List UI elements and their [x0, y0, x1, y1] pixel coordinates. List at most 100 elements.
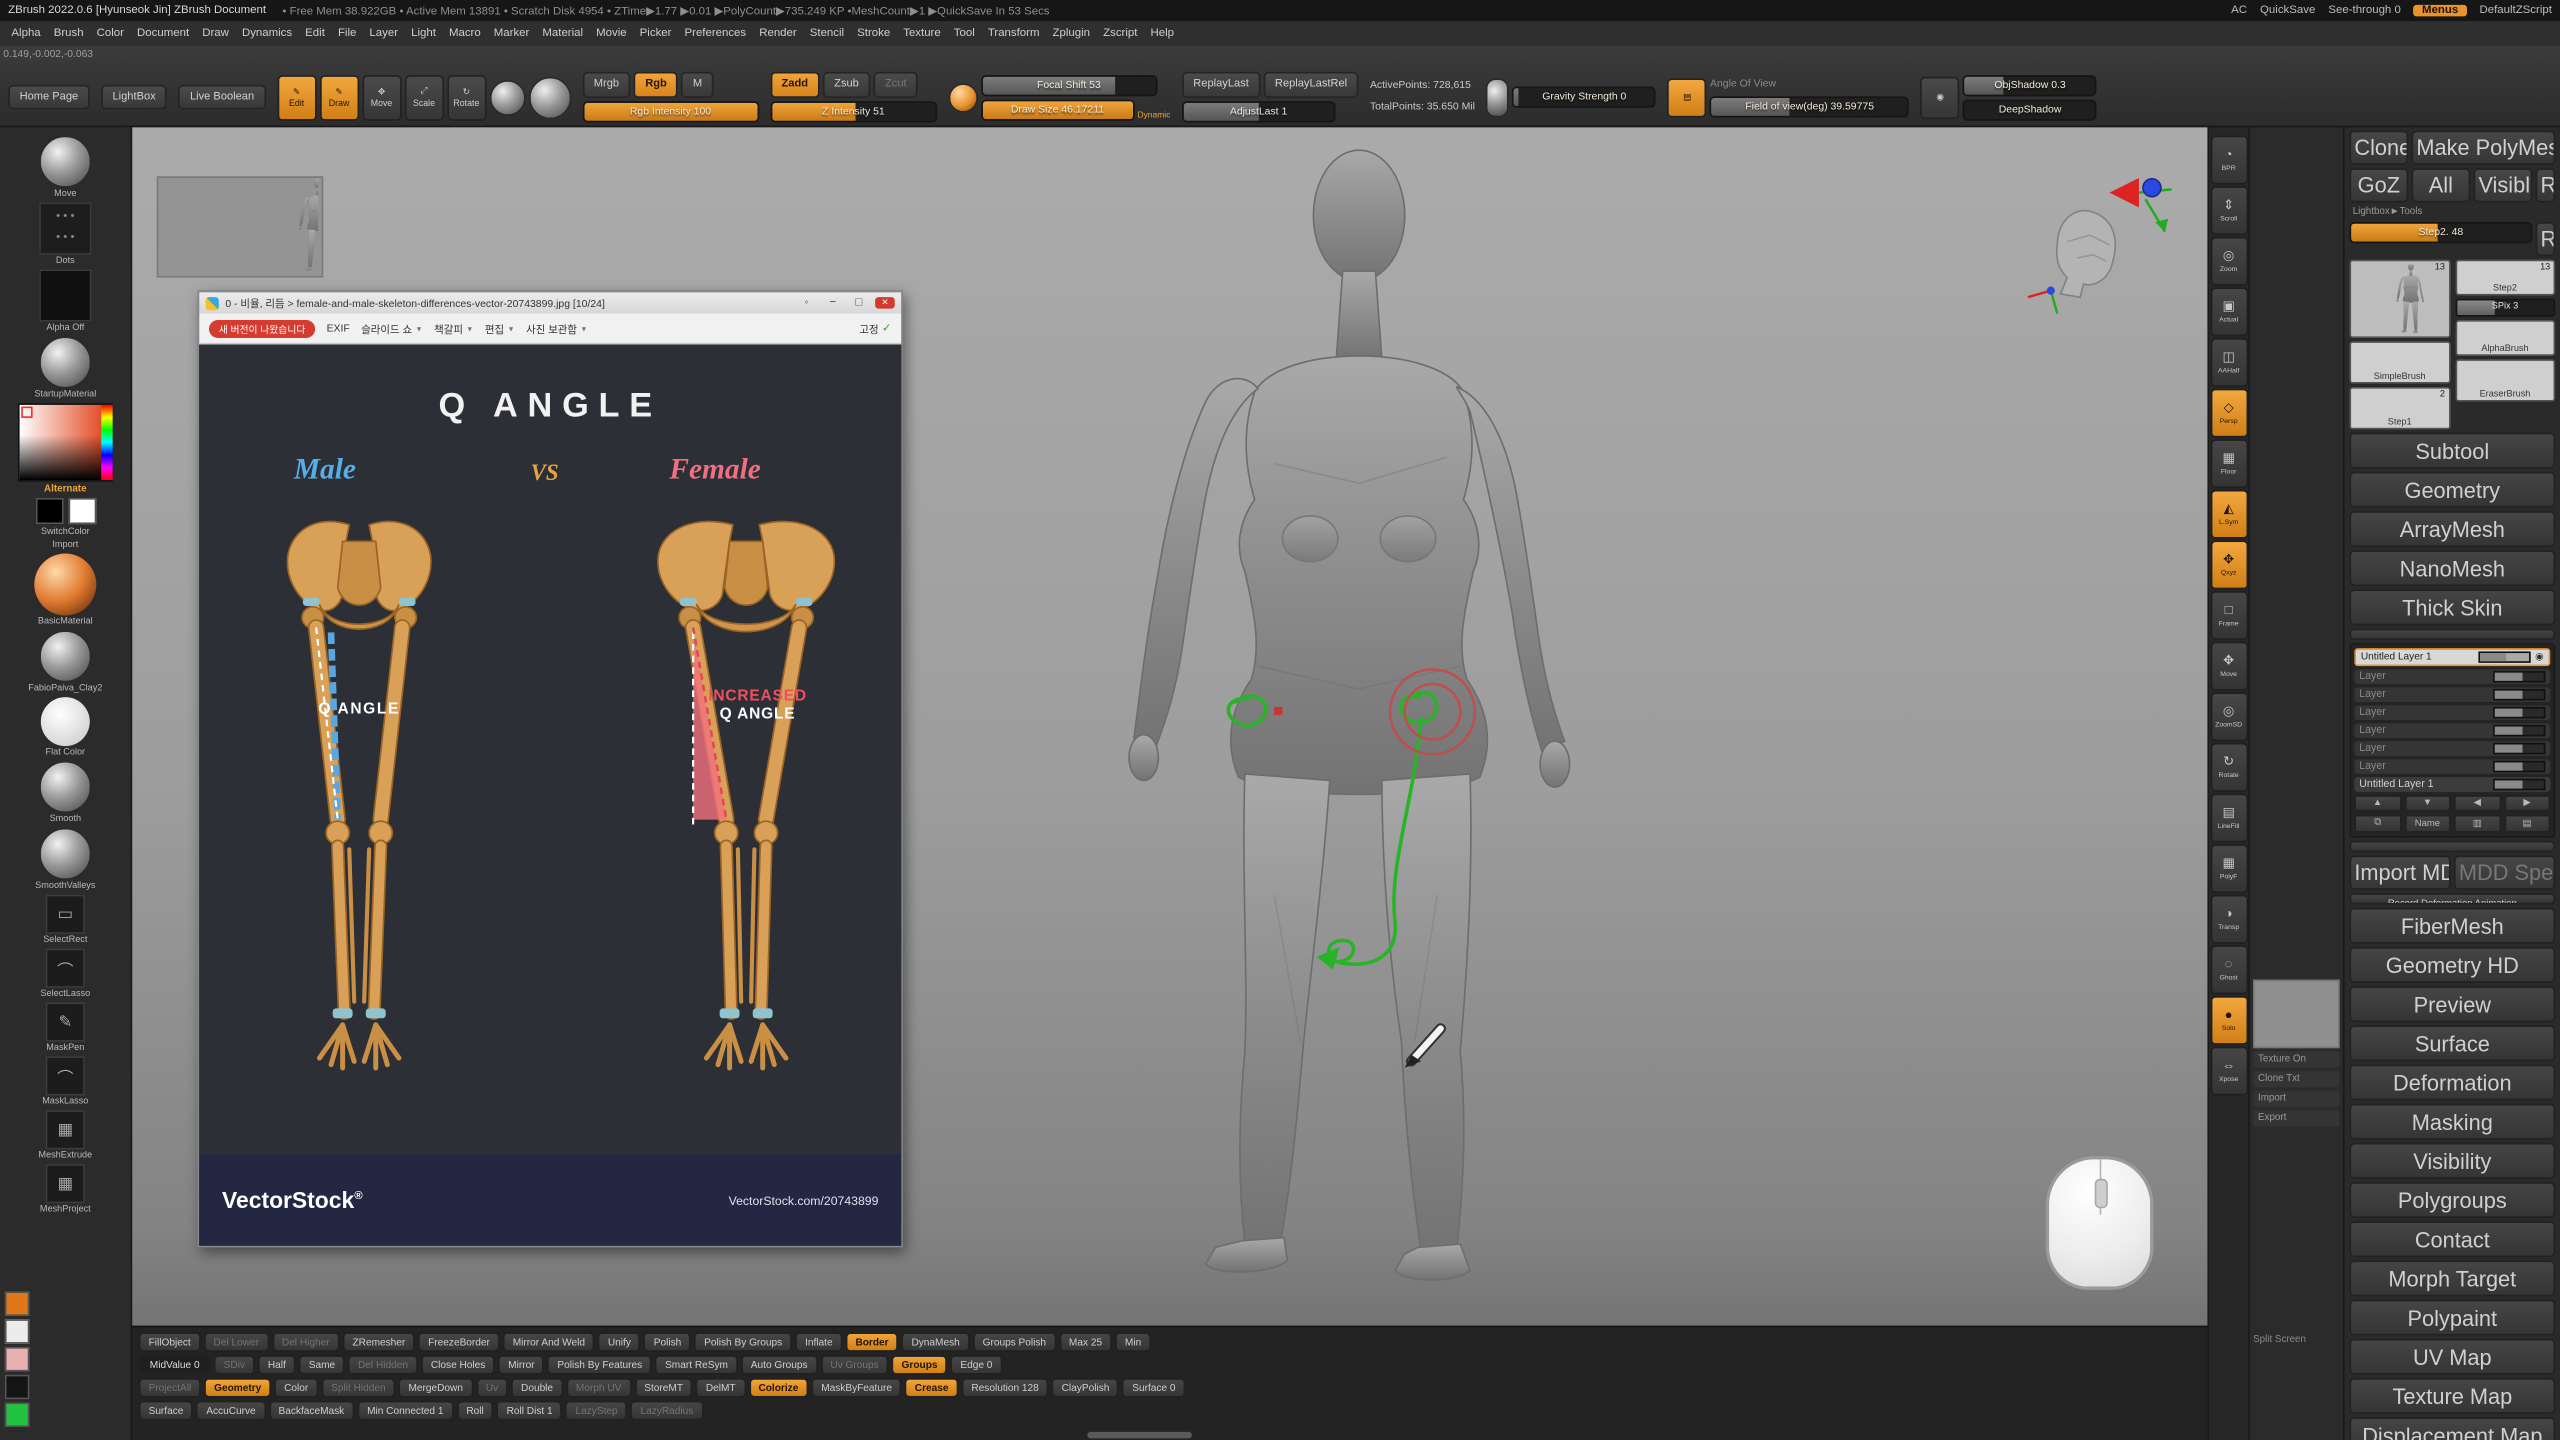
tray-button[interactable]: StoreMT	[634, 1378, 692, 1398]
menu-item[interactable]: Zplugin	[1046, 26, 1097, 41]
layer-slider[interactable]	[2493, 779, 2545, 790]
tray-button[interactable]: Del Higher	[272, 1332, 339, 1352]
z-intensity-slider[interactable]: Z Intensity 51	[770, 101, 937, 122]
tray-button[interactable]: Smart ReSym	[655, 1355, 737, 1375]
menu-item[interactable]: Light	[405, 26, 443, 41]
slideshow-menu[interactable]: 슬라이드 쇼▼	[361, 321, 422, 336]
tray-button[interactable]: MidValue 0	[139, 1355, 211, 1373]
exif-button[interactable]: EXIF	[327, 322, 350, 333]
menus-toggle[interactable]: Menus	[2414, 5, 2467, 16]
record-deformation-button[interactable]: Record Deformation Animation	[2349, 893, 2555, 904]
layer-slider[interactable]	[2493, 743, 2545, 754]
step2-slider[interactable]: Step2. 48	[2349, 222, 2532, 243]
menu-item[interactable]: Tool	[947, 26, 981, 41]
alphabrush-thumbnail[interactable]: AlphaBrush	[2455, 320, 2555, 356]
layer-row[interactable]: Layer	[2354, 741, 2550, 756]
right-shelf-button[interactable]: ◔ BPR	[2210, 136, 2248, 185]
menu-item[interactable]: Stroke	[851, 26, 897, 41]
texture-import-button[interactable]: Import	[2253, 1091, 2340, 1107]
adjust-last-slider[interactable]: AdjustLast 1	[1182, 101, 1335, 122]
tray-button[interactable]: Uv	[476, 1378, 508, 1398]
pin-toggle[interactable]: 고정	[859, 321, 891, 336]
import-mdd-button[interactable]: Import MDD	[2349, 856, 2450, 890]
tray-tool[interactable]: MeshProject	[40, 1164, 91, 1215]
layer-row[interactable]: Layer	[2354, 669, 2550, 684]
tray-button[interactable]: Half	[258, 1355, 296, 1375]
tool-section-button[interactable]: Geometry	[2349, 472, 2555, 508]
layers-section-header[interactable]: Layers	[2349, 629, 2555, 640]
goz-r-button[interactable]: R	[2536, 168, 2556, 202]
layer-row[interactable]: Layer	[2354, 759, 2550, 774]
gyro-sphere-icon[interactable]	[489, 79, 525, 115]
bookmark-menu[interactable]: 책갈피▼	[434, 321, 473, 336]
tray-button[interactable]: Surface 0	[1122, 1378, 1185, 1398]
tray-button[interactable]: Mirror	[498, 1355, 544, 1375]
layer-row[interactable]: Layer	[2354, 705, 2550, 720]
tray-button[interactable]: Del Lower	[204, 1332, 269, 1352]
tool-section-button[interactable]: Deformation	[2349, 1065, 2555, 1101]
tool-section-button[interactable]: Morph Target	[2349, 1260, 2555, 1296]
simplebrush-thumbnail[interactable]: SimpleBrush	[2349, 341, 2449, 383]
tray-button[interactable]: ClayPolish	[1052, 1378, 1119, 1398]
tray-tool[interactable]: SelectRect	[43, 895, 87, 946]
right-shelf-button[interactable]: ◫ AAHalf	[2210, 338, 2248, 387]
right-shelf-button[interactable]: ↻ Rotate	[2210, 743, 2248, 792]
tray-button[interactable]: Crease	[905, 1378, 958, 1398]
layer-row[interactable]: Layer	[2354, 723, 2550, 738]
layer-slider[interactable]	[2493, 761, 2545, 772]
step2-thumbnail[interactable]: 13 Step2	[2455, 260, 2555, 296]
m-toggle[interactable]: M	[681, 72, 713, 97]
tray-tool[interactable]: Dots	[39, 202, 91, 266]
tray-tool[interactable]: SelectLasso	[40, 949, 90, 1000]
current-tool-thumbnail[interactable]: 13	[2349, 260, 2449, 338]
layer-slider[interactable]	[2493, 707, 2545, 718]
goz-button[interactable]: GoZ	[2349, 168, 2408, 202]
layer-tool-button[interactable]: ▤	[2504, 815, 2551, 833]
tray-button[interactable]: Polish	[644, 1332, 691, 1352]
layer-slider[interactable]	[2493, 671, 2545, 682]
draw-size-slider[interactable]: Draw Size 46.17211	[981, 99, 1134, 120]
replay-last-rel-button[interactable]: ReplayLastRel	[1264, 72, 1359, 97]
menu-item[interactable]: Layer	[363, 26, 405, 41]
goz-all-button[interactable]: All	[2411, 168, 2470, 202]
tray-tool[interactable]: StartupMaterial	[34, 336, 96, 400]
draw-button[interactable]: ✎Draw	[319, 74, 358, 120]
tray-button[interactable]: Surface	[139, 1401, 193, 1421]
rgb-toggle[interactable]: Rgb	[634, 72, 678, 97]
clone-txt-button[interactable]: Clone Txt	[2253, 1071, 2340, 1087]
tray-button[interactable]: Border	[846, 1332, 899, 1352]
deep-shadow-slider[interactable]: DeepShadow	[1963, 99, 2097, 120]
tray-button[interactable]: LazyRadius	[631, 1401, 703, 1421]
new-version-badge[interactable]: 새 버전이 나왔습니다	[209, 319, 315, 337]
menu-item[interactable]: Picker	[633, 26, 678, 41]
right-shelf-button[interactable]: ◌ Ghost	[2210, 945, 2248, 994]
tray-tool[interactable]: Alpha Off	[39, 269, 91, 333]
tray-button[interactable]: Same	[299, 1355, 345, 1375]
right-shelf-button[interactable]: ◭ L.Sym	[2210, 490, 2248, 539]
tool-section-button[interactable]: Polygroups	[2349, 1182, 2555, 1218]
zsub-toggle[interactable]: Zsub	[823, 72, 871, 97]
tool-section-button[interactable]: Displacement Map	[2349, 1417, 2555, 1440]
viewer-minimize-button[interactable]: −	[823, 297, 843, 308]
tray-button[interactable]: Split Hidden	[321, 1378, 395, 1398]
texture-export-button[interactable]: Export	[2253, 1110, 2340, 1126]
layer-row[interactable]: Layer	[2354, 687, 2550, 702]
tray-tool[interactable]: Move	[39, 136, 91, 200]
material-sphere-icon[interactable]	[528, 76, 570, 118]
tray-button[interactable]: Colorize	[749, 1378, 808, 1398]
import-color-button[interactable]: Import	[52, 540, 78, 550]
right-shelf-button[interactable]: ◎ Zoom	[2210, 237, 2248, 286]
right-shelf-button[interactable]: ⇕ Scroll	[2210, 186, 2248, 235]
menu-item[interactable]: File	[331, 26, 362, 41]
tray-button[interactable]: DelMT	[696, 1378, 745, 1398]
tray-tool[interactable]: Smooth	[39, 761, 91, 825]
menu-item[interactable]: Marker	[487, 26, 536, 41]
tray-button[interactable]: Edge 0	[951, 1355, 1003, 1375]
tray-tool[interactable]: MaskLasso	[42, 1056, 88, 1107]
tray-button[interactable]: Mirror And Weld	[503, 1332, 595, 1352]
menu-item[interactable]: Texture	[897, 26, 948, 41]
tool-section-button[interactable]: Visibility	[2349, 1143, 2555, 1179]
tool-section-button[interactable]: NanoMesh	[2349, 550, 2555, 586]
layer-tool-button[interactable]: Name	[2404, 815, 2451, 833]
default-zscript-button[interactable]: DefaultZScript	[2479, 5, 2551, 16]
